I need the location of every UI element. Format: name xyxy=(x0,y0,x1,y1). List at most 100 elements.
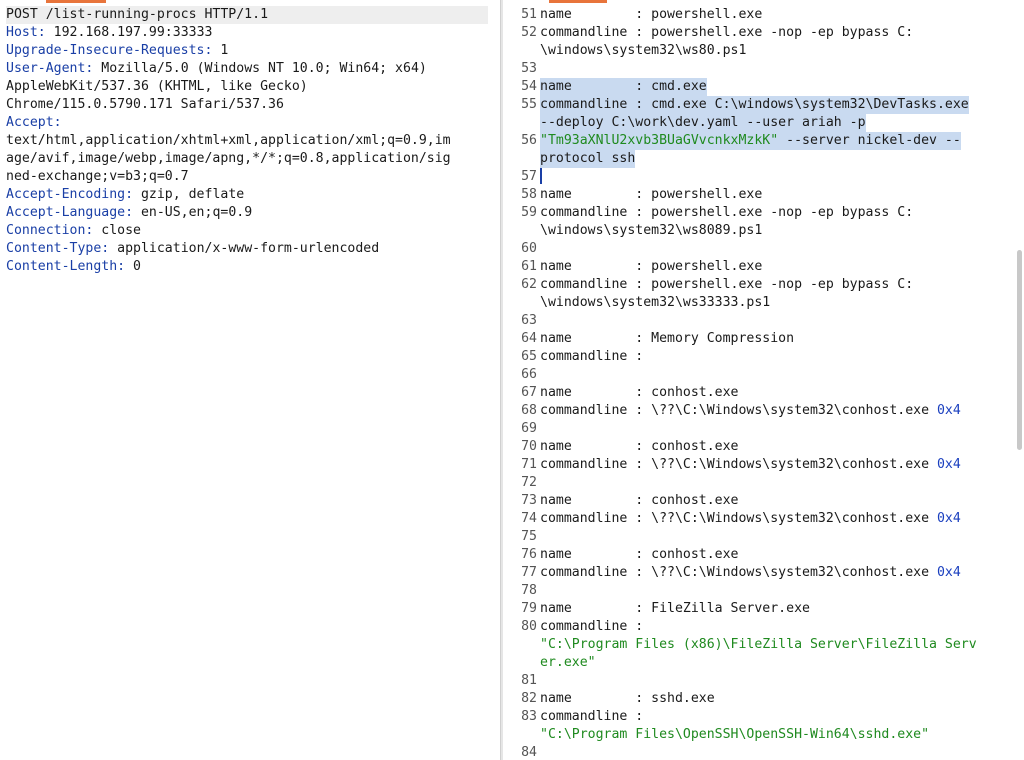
code-text: commandline : xyxy=(540,619,644,634)
header-name: User-Agent xyxy=(6,61,86,76)
code-text: commandline : xyxy=(540,349,644,364)
text-caret xyxy=(540,168,542,184)
line-number: 69 xyxy=(521,421,537,436)
code-line: \windows\system32\ws80.ps1 xyxy=(540,42,746,60)
code-line: name : conhost.exe xyxy=(540,384,739,402)
header-value: 192.168.197.99:33333 xyxy=(53,25,213,40)
code-text: \windows\system32\ws33333.ps1 xyxy=(540,295,771,310)
code-line: name : conhost.exe xyxy=(540,438,739,456)
line-number: 79 xyxy=(521,601,537,616)
header-value: text/html,application/xhtml+xml,applicat… xyxy=(6,133,451,148)
request-header-line: age/avif,image/webp,image/apng,*/*;q=0.8… xyxy=(6,150,451,168)
code-text: \windows\system32\ws80.ps1 xyxy=(540,43,747,58)
line-number: 82 xyxy=(521,691,537,706)
header-value: gzip, deflate xyxy=(140,187,245,202)
code-line: name : conhost.exe xyxy=(540,546,739,564)
code-line: name : powershell.exe xyxy=(540,258,762,276)
header-value: en-US,en;q=0.9 xyxy=(140,205,253,220)
selected-code-line: commandline : cmd.exe C:\windows\system3… xyxy=(540,96,969,114)
request-header-line: Upgrade-Insecure-Requests: 1 xyxy=(6,43,229,58)
line-number: 56 xyxy=(521,133,537,148)
code-line: name : conhost.exe xyxy=(540,492,739,510)
code-text: commandline : powershell.exe -nop -ep by… xyxy=(540,25,914,40)
header-value: 0 xyxy=(133,259,141,274)
selected-code-line: --deploy C:\work\dev.yaml --user ariah -… xyxy=(540,114,866,132)
header-name: Upgrade-Insecure-Requests xyxy=(6,43,205,58)
code-text: commandline : \??\C:\Windows\system32\co… xyxy=(540,457,937,472)
code-text: \windows\system32\ws8089.ps1 xyxy=(540,223,763,238)
header-value: age/avif,image/webp,image/apng,*/*;q=0.8… xyxy=(6,151,451,166)
code-text: name : sshd.exe xyxy=(540,691,715,706)
header-value: Chrome/115.0.5790.171 Safari/537.36 xyxy=(6,97,284,112)
request-line: POST /list-running-procs HTTP/1.1 xyxy=(6,6,488,24)
request-header-line: Chrome/115.0.5790.171 Safari/537.36 xyxy=(6,96,284,114)
line-number: 65 xyxy=(521,349,537,364)
line-number: 84 xyxy=(521,745,537,760)
hex-literal: 0x4 xyxy=(936,403,961,418)
code-line: name : powershell.exe xyxy=(540,6,762,24)
line-number: 61 xyxy=(521,259,537,274)
line-number: 54 xyxy=(521,79,537,94)
request-header-line: Connection: close xyxy=(6,223,141,238)
code-line: commandline : \??\C:\Windows\system32\co… xyxy=(540,564,961,582)
hex-literal: 0x4 xyxy=(936,511,961,526)
line-number: 66 xyxy=(521,367,537,382)
code-line: commandline : xyxy=(540,708,643,726)
code-line: commandline : powershell.exe -nop -ep by… xyxy=(540,276,913,294)
code-line: name : sshd.exe xyxy=(540,690,715,708)
code-text: name : conhost.exe xyxy=(540,439,739,454)
code-text: name : powershell.exe xyxy=(540,259,763,274)
line-number: 64 xyxy=(521,331,537,346)
line-number: 72 xyxy=(521,475,537,490)
line-number: 59 xyxy=(521,205,537,220)
response-tab-indicator xyxy=(549,0,607,3)
selected-code-line: protocol ssh xyxy=(540,150,636,168)
code-text: name : FileZilla Server.exe xyxy=(540,601,810,616)
header-value: ned-exchange;v=b3;q=0.7 xyxy=(6,169,189,184)
line-number: 68 xyxy=(521,403,537,418)
request-editor[interactable]: POST /list-running-procs HTTP/1.1 Host: 1… xyxy=(0,0,500,760)
code-text: name : conhost.exe xyxy=(540,493,739,508)
code-line: \windows\system32\ws8089.ps1 xyxy=(540,222,762,240)
code-text: name : conhost.exe xyxy=(540,547,739,562)
request-header-line: Accept-Language: en-US,en;q=0.9 xyxy=(6,205,253,220)
code-line: commandline : \??\C:\Windows\system32\co… xyxy=(540,510,961,528)
vertical-scrollbar[interactable] xyxy=(1017,250,1022,450)
code-text: commandline : powershell.exe -nop -ep by… xyxy=(540,277,914,292)
code-line: commandline : powershell.exe -nop -ep by… xyxy=(540,204,913,222)
code-line: name : powershell.exe xyxy=(540,186,762,204)
request-header-line: Content-Type: application/x-www-form-url… xyxy=(6,241,380,256)
request-tab-indicator xyxy=(46,0,106,3)
selected-code-line: "Tm93aXNlU2xvb3BUaGVvcnkxMzkK" --server … xyxy=(540,132,961,150)
line-number: 58 xyxy=(521,187,537,202)
string-literal: "C:\Program Files (x86)\FileZilla Server… xyxy=(540,637,977,652)
header-name: Accept xyxy=(6,115,54,130)
code-text: name : powershell.exe xyxy=(540,187,763,202)
code-line: commandline : xyxy=(540,348,643,366)
header-value: AppleWebKit/537.36 (KHTML, like Gecko) xyxy=(6,79,308,94)
header-value: Mozilla/5.0 (Windows NT 10.0; Win64; x64… xyxy=(101,61,427,76)
code-line: name : FileZilla Server.exe xyxy=(540,600,810,618)
header-name: Connection xyxy=(6,223,86,238)
string-literal: "Tm93aXNlU2xvb3BUaGVvcnkxMzkK" xyxy=(540,133,779,148)
request-header-line: ned-exchange;v=b3;q=0.7 xyxy=(6,168,189,186)
line-number: 51 xyxy=(521,7,537,22)
line-number: 55 xyxy=(521,97,537,112)
request-header-line: text/html,application/xhtml+xml,applicat… xyxy=(6,132,451,150)
code-line: \windows\system32\ws33333.ps1 xyxy=(540,294,770,312)
response-viewer[interactable]: 51 name : powershell.exe 52 commandline : p… xyxy=(503,0,1024,760)
line-number: 75 xyxy=(521,529,537,544)
line-number: 81 xyxy=(521,673,537,688)
line-number: 67 xyxy=(521,385,537,400)
hex-literal: 0x4 xyxy=(936,457,961,472)
code-line: er.exe" xyxy=(540,654,596,672)
line-number: 74 xyxy=(521,511,537,526)
code-text: commandline : xyxy=(540,709,644,724)
code-line: "C:\Program Files (x86)\FileZilla Server… xyxy=(540,636,977,654)
code-text: protocol ssh xyxy=(540,151,636,166)
line-number: 62 xyxy=(521,277,537,292)
request-header-line: Content-Length: 0 xyxy=(6,259,141,274)
request-header-line: Host: 192.168.197.99:33333 xyxy=(6,25,213,40)
line-number: 77 xyxy=(521,565,537,580)
request-header-line: Accept-Encoding: gzip, deflate xyxy=(6,187,245,202)
